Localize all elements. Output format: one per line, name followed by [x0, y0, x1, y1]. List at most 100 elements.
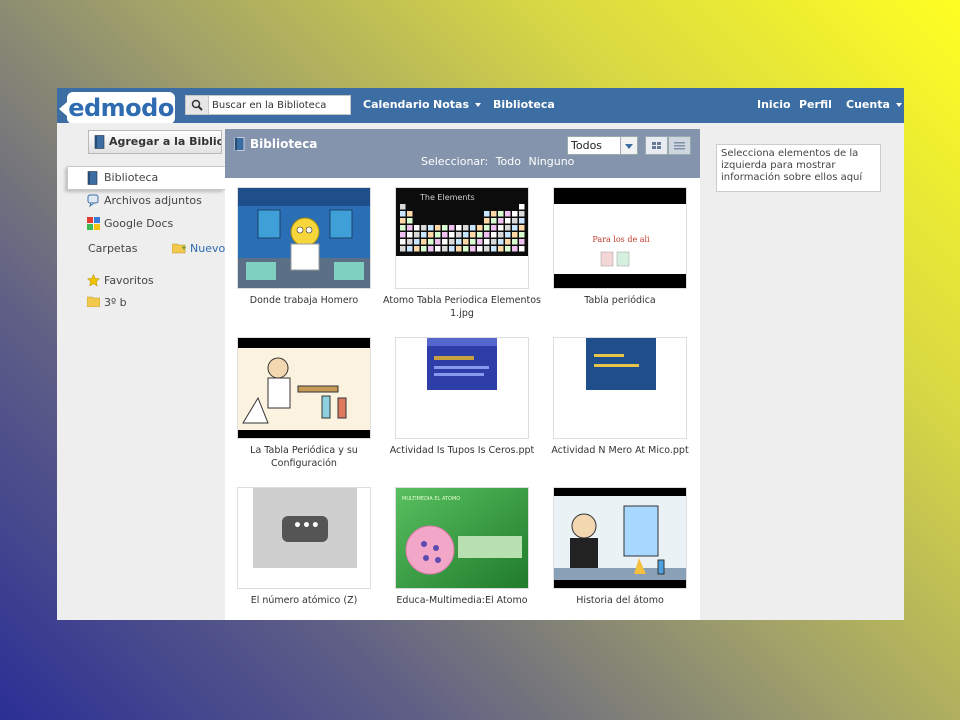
- element-tile: [484, 225, 490, 231]
- element-tile: [484, 239, 490, 245]
- element-tile: [456, 225, 462, 231]
- element-tile: [519, 246, 525, 252]
- chevron-down-icon[interactable]: [620, 137, 637, 154]
- thumbnail-slide-navy[interactable]: [553, 337, 687, 439]
- thumbnail-atom-history[interactable]: [553, 487, 687, 589]
- item-title[interactable]: La Tabla Periódica y su Configuración: [225, 444, 383, 470]
- element-tile: [400, 211, 406, 217]
- library-item[interactable]: Historia del átomo: [553, 487, 687, 620]
- element-tile: [505, 246, 511, 252]
- element-tile: [519, 239, 525, 245]
- edmodo-logo[interactable]: edmodo: [59, 92, 175, 124]
- filter-select[interactable]: Todos: [567, 136, 638, 155]
- element-tile: [449, 239, 455, 245]
- library-item[interactable]: Para los de ali Tabla periódica: [553, 187, 687, 337]
- element-tile: [442, 232, 448, 238]
- search-icon[interactable]: [186, 96, 209, 114]
- element-tile: [421, 225, 427, 231]
- element-tile: [498, 232, 504, 238]
- element-tile: [491, 218, 497, 224]
- element-tile: [491, 232, 497, 238]
- element-tile: [414, 246, 420, 252]
- book-icon: [87, 171, 98, 185]
- element-tile: [498, 218, 504, 224]
- nav-home[interactable]: Inicio: [757, 98, 791, 111]
- thumbnail-video-placeholder[interactable]: •••: [237, 487, 371, 589]
- slide-heading: MULTIMEDIA EL ATOMO: [402, 496, 460, 502]
- element-tile: [512, 232, 518, 238]
- item-title[interactable]: Historia del átomo: [541, 594, 699, 607]
- element-tile: [512, 225, 518, 231]
- sidebar-item-label: Biblioteca: [104, 171, 159, 184]
- item-title[interactable]: El número atómico (Z): [225, 594, 383, 607]
- element-tile: [463, 246, 469, 252]
- selection-controls: Seleccionar: Todo Ninguno: [421, 155, 578, 168]
- nav-library[interactable]: Biblioteca: [493, 98, 555, 111]
- add-to-library-label: Agregar a la Biblioteca: [109, 135, 221, 148]
- library-item[interactable]: Actividad Is Tupos Is Ceros.ppt: [390, 337, 534, 487]
- element-tile: [505, 239, 511, 245]
- element-tile: [456, 239, 462, 245]
- element-tile: [470, 239, 476, 245]
- element-tile: [477, 225, 483, 231]
- element-tile: [470, 246, 476, 252]
- library-item[interactable]: Donde trabaja Homero: [237, 187, 371, 337]
- library-item[interactable]: The Elements Atomo Tabla Periodica Eleme…: [383, 187, 541, 337]
- book-icon: [234, 137, 245, 151]
- search-box[interactable]: [185, 95, 351, 115]
- video-play-icon[interactable]: •••: [293, 518, 320, 534]
- library-item[interactable]: Actividad N Mero At Mico.ppt: [551, 337, 689, 487]
- element-tile: [519, 204, 525, 210]
- list-view-button[interactable]: [668, 136, 691, 155]
- element-tile: [519, 218, 525, 224]
- thumbnail-homer-control-room[interactable]: [237, 187, 371, 289]
- element-tile: [449, 225, 455, 231]
- item-title[interactable]: Actividad N Mero At Mico.ppt: [541, 444, 699, 457]
- element-tile: [498, 239, 504, 245]
- library-item[interactable]: MULTIMEDIA EL ATOMO Educa-Multimedia:El …: [395, 487, 529, 620]
- nav-calendar[interactable]: Calendario: [363, 98, 430, 111]
- thumbnail-atom-multimedia[interactable]: MULTIMEDIA EL ATOMO: [395, 487, 529, 589]
- library-item[interactable]: La Tabla Periódica y su Configuración: [237, 337, 371, 487]
- nav-notes-label: Notas: [433, 98, 469, 111]
- element-tile: [491, 225, 497, 231]
- grid-view-button[interactable]: [645, 136, 668, 155]
- select-all-link[interactable]: Todo: [496, 155, 521, 168]
- element-tile: [407, 225, 413, 231]
- new-folder-label: Nuevo: [190, 242, 226, 255]
- sidebar-item-label: 3º b: [104, 296, 127, 309]
- item-title[interactable]: Atomo Tabla Periodica Elementos 1.jpg: [383, 294, 541, 320]
- element-tile: [442, 239, 448, 245]
- thumbnail-cartoon-lab[interactable]: [237, 337, 371, 439]
- chevron-down-icon: [475, 103, 481, 107]
- select-none-link[interactable]: Ninguno: [529, 155, 575, 168]
- item-title[interactable]: Donde trabaja Homero: [225, 294, 383, 307]
- nav-profile[interactable]: Perfil: [799, 98, 832, 111]
- item-title[interactable]: Tabla periódica: [541, 294, 699, 307]
- sidebar-item-label: Archivos adjuntos: [104, 194, 202, 207]
- element-tile: [400, 204, 406, 210]
- thumbnail-slide-blue[interactable]: [395, 337, 529, 439]
- item-title[interactable]: Educa-Multimedia:El Atomo: [383, 594, 541, 607]
- element-tile: [400, 218, 406, 224]
- element-tile: [400, 246, 406, 252]
- element-tile: [428, 232, 434, 238]
- element-tile: [470, 232, 476, 238]
- item-title[interactable]: Actividad Is Tupos Is Ceros.ppt: [383, 444, 541, 457]
- nav-account[interactable]: Cuenta: [846, 98, 902, 111]
- element-tile: [491, 211, 497, 217]
- svg-text:+: +: [181, 244, 186, 252]
- filter-value: Todos: [571, 139, 603, 152]
- add-to-library-button[interactable]: Agregar a la Biblioteca: [88, 130, 222, 154]
- element-tile: [400, 225, 406, 231]
- element-tile: [470, 225, 476, 231]
- search-input[interactable]: [212, 97, 348, 113]
- thumbnail-elements-table[interactable]: The Elements: [395, 187, 529, 289]
- new-folder-icon: +: [172, 243, 186, 254]
- library-item[interactable]: ••• El número atómico (Z): [237, 487, 371, 620]
- select-label: Seleccionar:: [421, 155, 489, 168]
- edmodo-window: edmodo Calendario Notas Biblioteca Inici…: [57, 88, 904, 620]
- element-tile: [512, 218, 518, 224]
- nav-notes[interactable]: Notas: [433, 98, 481, 111]
- thumbnail-periodic-table[interactable]: Para los de ali: [553, 187, 687, 289]
